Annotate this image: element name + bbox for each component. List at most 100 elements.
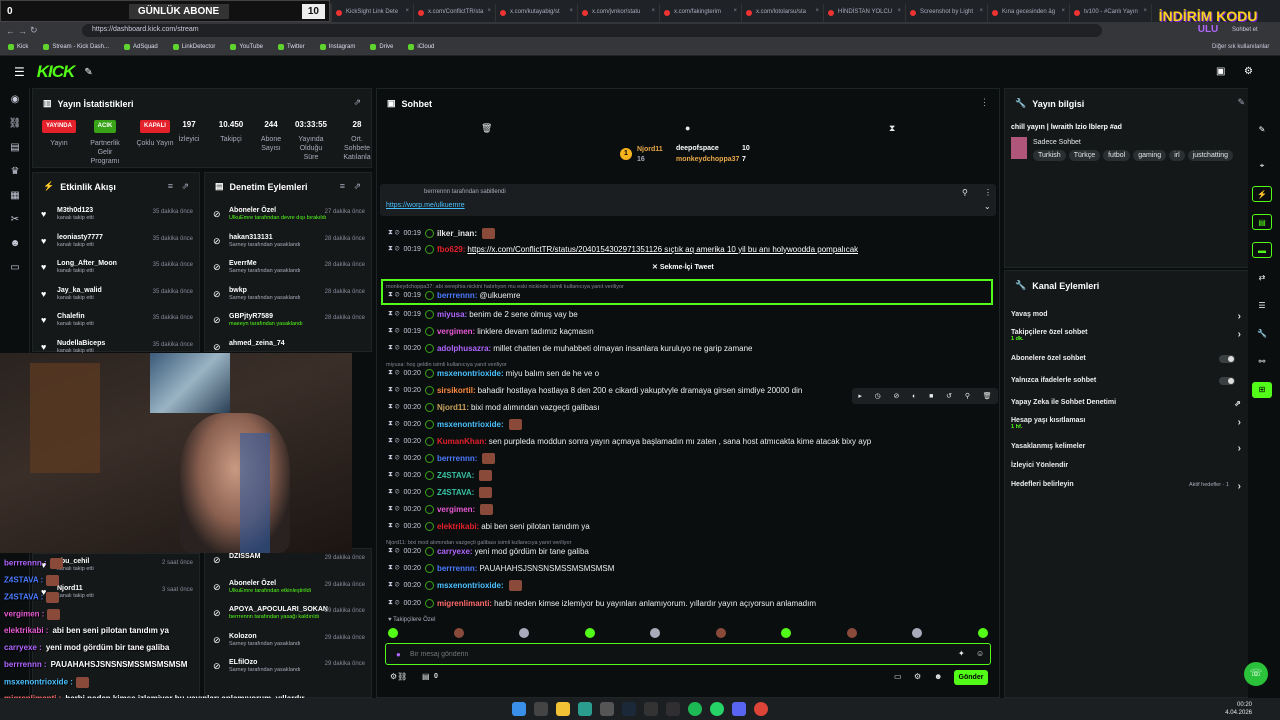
top-user-2[interactable]: deepofspace	[676, 145, 719, 152]
browser-tab[interactable]: Kına gecesinden äg ×	[988, 4, 1070, 22]
chat-username[interactable]: Njord11:	[437, 403, 469, 412]
feed-item[interactable]: ⊘ hakan313131 Sarney tarafından yasaklandı…	[205, 230, 373, 257]
wrench-rail-icon[interactable]: 🔧	[1252, 326, 1272, 342]
tweet-embed-label[interactable]: ✕ Sekme-İçi Tweet	[652, 263, 714, 271]
mod-actions-icon[interactable]: ⧗ ⊘	[388, 403, 399, 411]
swap-rail-icon[interactable]: ⇄	[1252, 270, 1272, 286]
chat-username[interactable]: adolphusazra:	[437, 344, 491, 353]
settings-icon[interactable]: ⚙	[1244, 66, 1253, 77]
chat-message[interactable]: ⧗ ⊘ 00:20 adolphusazra: millet chatten de m…	[388, 340, 752, 356]
chat-message[interactable]: ⧗ ⊘ 00:20 Njord11: bixi mod alımından vazge…	[388, 399, 600, 415]
close-tab-icon[interactable]: ×	[733, 8, 737, 14]
bookmark-item[interactable]: Instagram	[319, 44, 355, 50]
chat-message[interactable]: ⧗ ⊘ 00:20 Z4STAVA:	[388, 484, 493, 500]
emote-icon[interactable]	[912, 628, 923, 638]
discord-icon[interactable]	[732, 702, 746, 716]
toggle-switch[interactable]	[1219, 355, 1235, 363]
chat-username[interactable]: Z4STAVA:	[437, 488, 474, 497]
channel-action-row[interactable]: Hesap yaşı kısıtlaması 1 hf. ›	[1011, 417, 1241, 431]
mod-actions-icon[interactable]: ⧗ ⊘	[388, 437, 399, 445]
stat-badge[interactable]: YAYINDA	[42, 120, 76, 133]
chat-message[interactable]: ⧗ ⊘ 00:20 sirsikortil: bahadir hostlaya hos…	[388, 382, 802, 398]
emote-icon[interactable]	[388, 628, 398, 638]
bookmark-item[interactable]: YouTube	[230, 44, 263, 50]
chat-rail-icon[interactable]: ▬	[1252, 242, 1272, 258]
chat-username[interactable]: msxenontrioxide:	[437, 581, 504, 590]
search-icon[interactable]	[534, 702, 548, 716]
mod-actions-icon[interactable]: ⧗ ⊘	[388, 386, 399, 394]
emote-icon[interactable]	[453, 628, 464, 638]
close-tab-icon[interactable]: ×	[897, 8, 901, 14]
chat-username[interactable]: vergimen:	[437, 327, 475, 336]
emote-icon[interactable]	[650, 628, 661, 638]
bookmark-item[interactable]: Stream - Kick Dash...	[43, 44, 109, 50]
browser-tab[interactable]: KickSight Link Dete ×	[332, 4, 414, 22]
tools-icon[interactable]: ✂	[0, 208, 30, 232]
forward-icon[interactable]: →	[18, 26, 30, 36]
close-tab-icon[interactable]: ×	[1143, 8, 1147, 14]
windows-icon[interactable]	[512, 702, 526, 716]
mic-icon[interactable]: ●	[396, 650, 401, 659]
channel-action-row[interactable]: Yapay Zeka ile Sohbet Denetimi ⇗	[1011, 399, 1241, 413]
hourglass-icon[interactable]: ⧗	[889, 123, 895, 134]
link-tool-icon[interactable]: ⚙⛓	[390, 672, 407, 681]
scan-icon[interactable]: ⌖	[1252, 158, 1272, 174]
toggle-switch[interactable]	[1219, 377, 1235, 385]
chat-username[interactable]: elektrikabi:	[437, 522, 479, 531]
filter-icon[interactable]: ≡	[168, 181, 173, 191]
chat-settings-icon[interactable]: ▭	[894, 672, 902, 681]
users-icon[interactable]: ☻	[0, 232, 30, 256]
reload-icon[interactable]: ↻	[30, 25, 42, 36]
layout-icon[interactable]: ▣	[1216, 66, 1225, 77]
chrome-icon[interactable]	[754, 702, 768, 716]
store-icon[interactable]	[600, 702, 614, 716]
feed-item[interactable]: ♥ leoniasty7777 kanalı takip etti 35 dakika…	[33, 230, 201, 257]
chevron-right-icon[interactable]: ›	[1238, 311, 1241, 322]
feed-item[interactable]: ♥ Chalefin kanalı takip etti 35 dakika önce	[33, 309, 201, 336]
close-tab-icon[interactable]: ×	[487, 8, 491, 14]
browser-tab[interactable]: tv100 - #Canlı Yayın ×	[1070, 4, 1152, 22]
chat-username[interactable]: Z4STAVA:	[437, 471, 474, 480]
browser-tab[interactable]: x.com/lotolarsu/sta ×	[742, 4, 824, 22]
app-icon[interactable]	[644, 702, 658, 716]
popout-icon[interactable]: ⇗	[353, 181, 361, 192]
emote-icon[interactable]	[846, 628, 857, 638]
chat-username[interactable]: berrrennn:	[437, 564, 477, 573]
chat-input[interactable]	[410, 648, 930, 661]
kick-logo[interactable]: KICK	[37, 62, 76, 82]
channel-action-row[interactable]: Abonelere özel sohbet	[1011, 355, 1241, 369]
channel-action-row[interactable]: Yasaklanmış kelimeler ›	[1011, 443, 1241, 457]
channel-action-row[interactable]: Hedefleri belirleyin › Aktif hedefler · 1	[1011, 481, 1241, 495]
channel-action-row[interactable]: Takipçilere özel sohbet 1 dk. ›	[1011, 329, 1241, 343]
chat-message[interactable]: ⧗ ⊘ 00:19 berrrennn: @ulkuemre	[388, 287, 520, 303]
bookmark-item[interactable]: LinkDetector	[172, 44, 215, 50]
undo-icon[interactable]: ↺	[946, 392, 952, 400]
mod-actions-icon[interactable]: ⧗ ⊘	[388, 327, 399, 335]
chat-message[interactable]: ⧗ ⊘ 00:19 fbo629: https://x.com/ConflictTR/…	[388, 241, 858, 257]
more-icon[interactable]: ⋮	[980, 97, 989, 108]
tag-chip[interactable]: justchatting	[1187, 150, 1234, 161]
mod-actions-icon[interactable]: ⧗ ⊘	[388, 564, 399, 572]
feed-item[interactable]: ⊘ GBPjtyR7589 maeeyn tarafından yasaklandı…	[205, 309, 373, 336]
url-input[interactable]: https://dashboard.kick.com/stream	[82, 24, 1102, 37]
emote-icon[interactable]	[519, 628, 530, 638]
chat-message[interactable]: ⧗ ⊘ 00:20 migrenlimanti: harbi neden kimse …	[388, 595, 816, 611]
close-tab-icon[interactable]: ×	[1061, 8, 1065, 14]
chat-icon[interactable]: ▤	[0, 136, 30, 160]
mod-actions-icon[interactable]: ⧗ ⊘	[388, 344, 399, 352]
expand-icon[interactable]: ⌄	[984, 202, 991, 211]
message-icon[interactable]: ●	[685, 123, 690, 133]
category[interactable]: Sadece Sohbet	[1033, 139, 1081, 146]
mod-actions-icon[interactable]: ⧗ ⊘	[388, 547, 399, 555]
chat-username[interactable]: berrrennn:	[437, 291, 477, 300]
bookmark-item[interactable]: Kick	[8, 44, 28, 50]
mod-actions-icon[interactable]: ⧗ ⊘	[388, 310, 399, 318]
chat-message[interactable]: ⧗ ⊘ 00:20 carryexe: yeni mod gördüm bir tan…	[388, 543, 589, 559]
bookmark-item[interactable]: Drive	[370, 44, 393, 50]
tag-chip[interactable]: Türkçe	[1068, 150, 1101, 161]
chevron-right-icon[interactable]: ›	[1238, 481, 1241, 492]
chevron-right-icon[interactable]: ›	[1238, 329, 1241, 340]
close-tab-icon[interactable]: ×	[405, 8, 409, 14]
mod-actions-icon[interactable]: ⧗ ⊘	[388, 522, 399, 530]
top-user-1[interactable]: Njord11	[637, 146, 663, 153]
